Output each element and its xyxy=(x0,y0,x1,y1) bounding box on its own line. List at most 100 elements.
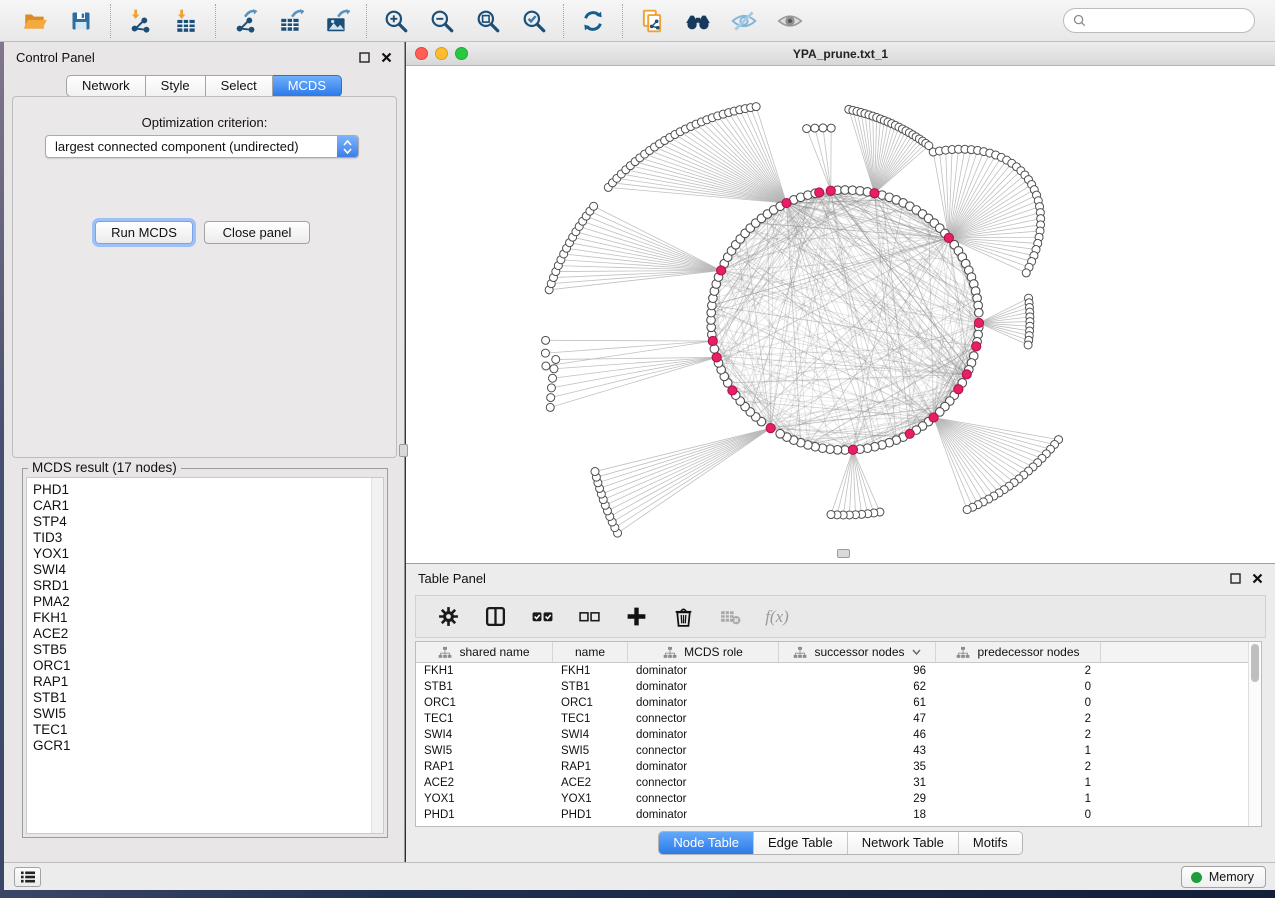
mcds-result-node[interactable]: PHD1 xyxy=(33,482,383,498)
zoom-fit-button[interactable] xyxy=(473,6,503,36)
mcds-result-node[interactable]: SWI4 xyxy=(33,562,383,578)
table-row[interactable]: ORC1ORC1dominator610 xyxy=(416,695,1261,711)
task-history-button[interactable] xyxy=(14,867,41,887)
mcds-result-node[interactable]: TEC1 xyxy=(33,722,383,738)
network-canvas[interactable] xyxy=(406,66,1275,563)
mcds-result-node[interactable]: STB5 xyxy=(33,642,383,658)
result-scrollbar[interactable] xyxy=(371,478,383,833)
window-zoom-icon[interactable] xyxy=(455,47,468,60)
tab-mcds[interactable]: MCDS xyxy=(273,75,342,97)
tab-network-table[interactable]: Network Table xyxy=(847,832,958,854)
window-close-icon[interactable] xyxy=(415,47,428,60)
clone-network-button[interactable] xyxy=(637,6,667,36)
mcds-result-node[interactable]: TID3 xyxy=(33,530,383,546)
run-mcds-button[interactable]: Run MCDS xyxy=(95,221,193,244)
table-row[interactable]: SWI5SWI5connector431 xyxy=(416,743,1261,759)
mcds-result-node[interactable]: GCR1 xyxy=(33,738,383,754)
mcds-result-node[interactable]: SRD1 xyxy=(33,578,383,594)
cell-name: PHD1 xyxy=(553,809,628,821)
control-panel-title: Control Panel xyxy=(16,50,95,65)
column-header-name[interactable]: name xyxy=(553,642,628,662)
zoom-out-button[interactable] xyxy=(427,6,457,36)
table-row[interactable]: SWI4SWI4dominator462 xyxy=(416,727,1261,743)
cell-name: TEC1 xyxy=(553,713,628,725)
mcds-result-node[interactable]: YOX1 xyxy=(33,546,383,562)
table-row[interactable]: TEC1TEC1connector472 xyxy=(416,711,1261,727)
column-header-shared-name[interactable]: shared name xyxy=(416,642,553,662)
cell-mcds_role: dominator xyxy=(628,809,779,821)
show-columns-button[interactable] xyxy=(482,604,508,630)
close-table-panel-icon[interactable] xyxy=(1252,573,1263,584)
criterion-dropdown[interactable]: largest connected component (undirected) xyxy=(45,135,359,158)
column-tree-icon xyxy=(793,646,807,659)
table-row[interactable]: STB1STB1dominator620 xyxy=(416,679,1261,695)
cell-name: STB1 xyxy=(553,681,628,693)
search-field[interactable] xyxy=(1063,8,1255,33)
table-tabs: Node TableEdge TableNetwork TableMotifs xyxy=(658,831,1022,855)
export-image-button[interactable] xyxy=(322,6,352,36)
float-panel-icon[interactable] xyxy=(359,52,370,63)
column-label: name xyxy=(575,645,605,659)
show-all-button[interactable] xyxy=(775,6,805,36)
close-panel-button[interactable]: Close panel xyxy=(204,221,310,244)
mcds-result-node[interactable]: CAR1 xyxy=(33,498,383,514)
tab-select[interactable]: Select xyxy=(206,75,273,97)
network-graph[interactable] xyxy=(406,66,1275,563)
search-input[interactable] xyxy=(1091,14,1241,28)
network-window-titlebar[interactable]: YPA_prune.txt_1 xyxy=(406,42,1275,66)
save-session-button[interactable] xyxy=(66,6,96,36)
mcds-result-node[interactable]: ACE2 xyxy=(33,626,383,642)
table-row[interactable]: FKH1FKH1dominator962 xyxy=(416,663,1261,679)
tab-style[interactable]: Style xyxy=(146,75,206,97)
table-row[interactable]: PHD1PHD1dominator180 xyxy=(416,807,1261,823)
mcds-result-node[interactable]: ORC1 xyxy=(33,658,383,674)
cell-name: FKH1 xyxy=(553,665,628,677)
export-table-button[interactable] xyxy=(276,6,306,36)
select-all-button[interactable] xyxy=(529,604,555,630)
table-row[interactable]: RAP1RAP1dominator352 xyxy=(416,759,1261,775)
mcds-result-node[interactable]: RAP1 xyxy=(33,674,383,690)
window-minimize-icon[interactable] xyxy=(435,47,448,60)
import-table-button[interactable] xyxy=(171,6,201,36)
table-scrollbar-thumb[interactable] xyxy=(1251,644,1259,682)
column-header-predecessor-nodes[interactable]: predecessor nodes xyxy=(936,642,1101,662)
table-scrollbar[interactable] xyxy=(1248,642,1261,826)
tab-node-table[interactable]: Node Table xyxy=(659,832,753,854)
mcds-result-node[interactable]: PMA2 xyxy=(33,594,383,610)
mcds-result-node[interactable]: STB1 xyxy=(33,690,383,706)
import-network-button[interactable] xyxy=(125,6,155,36)
zoom-in-button[interactable] xyxy=(381,6,411,36)
tab-network[interactable]: Network xyxy=(66,75,146,97)
delete-rows-button[interactable] xyxy=(670,604,696,630)
mcds-result-list[interactable]: PHD1CAR1STP4TID3YOX1SWI4SRD1PMA2FKH1ACE2… xyxy=(26,477,384,834)
mcds-result-node[interactable]: STP4 xyxy=(33,514,383,530)
tab-edge-table[interactable]: Edge Table xyxy=(753,832,847,854)
export-network-button[interactable] xyxy=(230,6,260,36)
zoom-selected-button[interactable] xyxy=(519,6,549,36)
horizontal-splitter-handle[interactable] xyxy=(837,549,850,558)
table-row[interactable]: YOX1YOX1connector291 xyxy=(416,791,1261,807)
column-label: successor nodes xyxy=(814,645,904,659)
table-row[interactable]: ACE2ACE2connector311 xyxy=(416,775,1261,791)
cell-mcds_role: dominator xyxy=(628,761,779,773)
cell-mcds_role: connector xyxy=(628,713,779,725)
cell-predecessor_nodes: 0 xyxy=(936,809,1101,821)
close-panel-icon[interactable] xyxy=(381,52,392,63)
column-header-successor-nodes[interactable]: successor nodes xyxy=(779,642,936,662)
search-network-button[interactable] xyxy=(683,6,713,36)
mcds-result-node[interactable]: SWI5 xyxy=(33,706,383,722)
cell-mcds_role: dominator xyxy=(628,665,779,677)
open-file-button[interactable] xyxy=(20,6,50,36)
memory-button[interactable]: Memory xyxy=(1181,866,1266,888)
refresh-view-button[interactable] xyxy=(578,6,608,36)
vertical-splitter-handle[interactable] xyxy=(399,444,408,457)
mcds-result-node[interactable]: FKH1 xyxy=(33,610,383,626)
deselect-all-button[interactable] xyxy=(576,604,602,630)
column-header-MCDS-role[interactable]: MCDS role xyxy=(628,642,779,662)
tab-motifs[interactable]: Motifs xyxy=(958,832,1022,854)
add-row-button[interactable] xyxy=(623,604,649,630)
settings-button[interactable] xyxy=(435,604,461,630)
float-table-panel-icon[interactable] xyxy=(1230,573,1241,584)
hide-selected-button[interactable] xyxy=(729,6,759,36)
cell-shared_name: PHD1 xyxy=(416,809,553,821)
